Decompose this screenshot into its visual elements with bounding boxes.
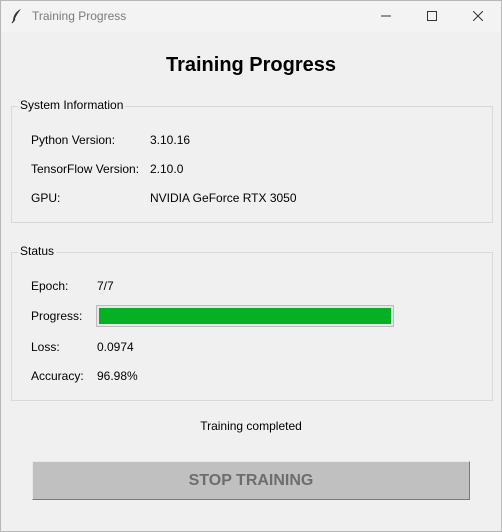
gpu-label: GPU: xyxy=(31,191,61,205)
loss-value: 0.0974 xyxy=(97,340,134,354)
app-window: Training Progress Training Progress Syst… xyxy=(0,0,502,532)
status-group-title: Status xyxy=(18,244,57,258)
python-version-label: Python Version: xyxy=(31,133,116,147)
feather-icon xyxy=(10,8,24,24)
progress-bar-fill xyxy=(99,308,391,324)
status-message: Training completed xyxy=(200,419,302,433)
minimize-icon xyxy=(381,8,391,26)
python-version-value: 3.10.16 xyxy=(150,133,191,147)
tensorflow-version-label: TensorFlow Version: xyxy=(31,162,140,176)
minimize-button[interactable] xyxy=(363,1,409,32)
loss-label: Loss: xyxy=(31,340,60,354)
progress-bar xyxy=(96,305,394,327)
accuracy-value: 96.98% xyxy=(97,369,138,383)
epoch-label: Epoch: xyxy=(31,279,69,293)
system-info-title: System Information xyxy=(18,98,126,112)
gpu-value: NVIDIA GeForce RTX 3050 xyxy=(150,191,297,205)
maximize-icon xyxy=(427,8,437,26)
window-title: Training Progress xyxy=(32,9,127,23)
progress-label: Progress: xyxy=(31,309,83,323)
title-bar[interactable]: Training Progress xyxy=(1,1,501,32)
maximize-button[interactable] xyxy=(409,1,455,32)
epoch-value: 7/7 xyxy=(97,279,114,293)
accuracy-label: Accuracy: xyxy=(31,369,84,383)
stop-training-button[interactable]: STOP TRAINING xyxy=(32,461,470,500)
tensorflow-version-value: 2.10.0 xyxy=(150,162,184,176)
page-title: Training Progress xyxy=(165,54,337,76)
close-button[interactable] xyxy=(455,1,501,32)
close-icon xyxy=(472,8,484,26)
